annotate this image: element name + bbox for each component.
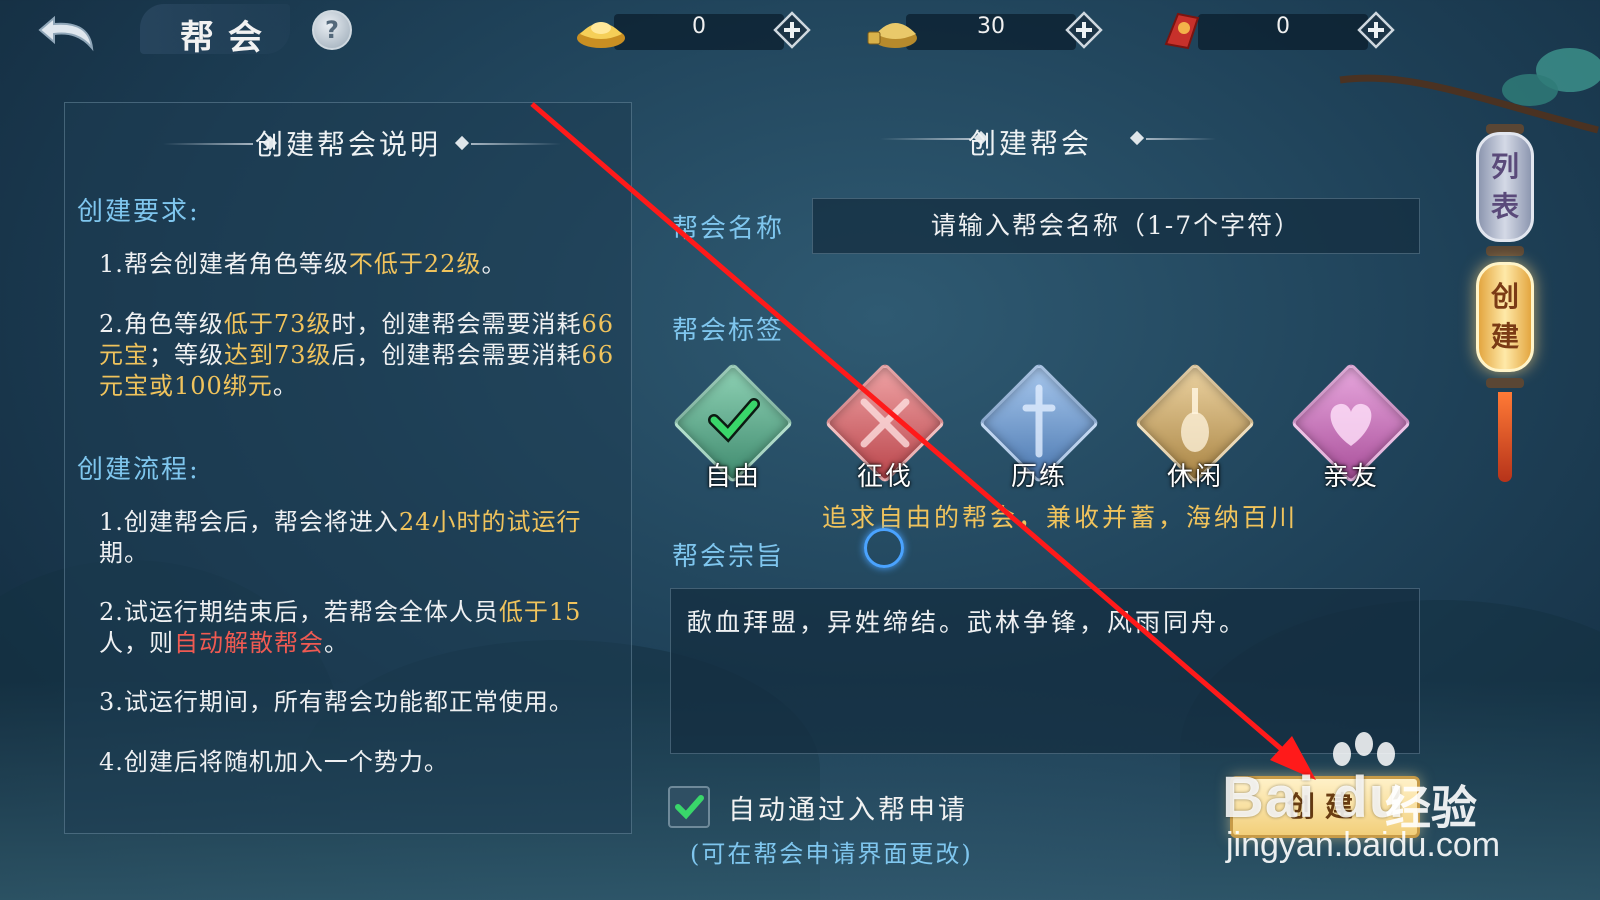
process-2: 2.试运行期结束后，若帮会全体人员低于15人，则自动解散帮会。 bbox=[99, 598, 582, 657]
process-1: 1.创建帮会后，帮会将进入24小时的试运行期。 bbox=[99, 508, 582, 567]
tag-training-label: 历练 bbox=[1010, 462, 1067, 492]
page-title: 帮会 bbox=[180, 18, 276, 58]
tab-list-label-1: 列 bbox=[1490, 150, 1519, 183]
tag-training[interactable]: 历练 bbox=[974, 358, 1104, 492]
tab-create[interactable]: 创 建 bbox=[1476, 262, 1534, 372]
requirement-1: 1.帮会创建者角色等级不低于22级。 bbox=[99, 250, 507, 278]
guild-purpose-input[interactable]: 歃血拜盟，异姓缔结。武林争锋，风雨同舟。 bbox=[670, 588, 1420, 754]
watermark-url: jingyan.baidu.com bbox=[1226, 826, 1501, 864]
lantern-tassel bbox=[1498, 392, 1512, 482]
tag-conquest-label: 征伐 bbox=[856, 462, 913, 492]
add-bound-button[interactable] bbox=[1064, 10, 1104, 50]
tag-free-label: 自由 bbox=[704, 462, 761, 492]
form-title: 创建帮会 bbox=[967, 127, 1092, 160]
touch-indicator bbox=[864, 528, 904, 568]
back-arrow-icon[interactable] bbox=[36, 6, 106, 52]
auto-accept-hint: (可在帮会申请界面更改) bbox=[690, 840, 973, 868]
form-header: 创建帮会 bbox=[860, 118, 1216, 162]
tag-friends[interactable]: 亲友 bbox=[1286, 358, 1416, 492]
currency-bound: 30 bbox=[866, 8, 1106, 50]
tab-create-label-2: 建 bbox=[1490, 320, 1519, 353]
tab-list-label-2: 表 bbox=[1490, 190, 1519, 223]
pine-branch-decoration bbox=[1339, 48, 1600, 134]
guild-name-label: 帮会名称 bbox=[672, 214, 785, 244]
auto-accept-checkbox[interactable] bbox=[668, 786, 710, 828]
requirements-title: 创建要求: bbox=[77, 197, 200, 227]
tag-leisure[interactable]: 休闲 bbox=[1130, 358, 1260, 492]
requirement-2: 2.角色等级低于73级时，创建帮会需要消耗66元宝；等级达到73级后，创建帮会需… bbox=[99, 310, 615, 400]
auto-accept-label: 自动通过入帮申请 bbox=[728, 795, 968, 826]
tab-create-label-1: 创 bbox=[1490, 280, 1519, 313]
checkmark-icon bbox=[675, 795, 704, 820]
panel-header: 创建帮会说明 bbox=[65, 123, 631, 167]
guild-purpose-label: 帮会宗旨 bbox=[672, 542, 785, 572]
watermark-brand: Bai du bbox=[1222, 765, 1406, 830]
gold-value: 0 bbox=[692, 14, 706, 39]
currency-gold: 0 bbox=[574, 8, 814, 50]
tag-description: 追求自由的帮会，兼收并蓄，海纳百川 bbox=[822, 503, 1299, 532]
process-title: 创建流程: bbox=[77, 455, 200, 485]
creation-rules-panel: 创建帮会说明 创建要求: 1.帮会创建者角色等级不低于22级。 2.角色等级低于… bbox=[64, 102, 632, 834]
guild-tags-label: 帮会标签 bbox=[672, 316, 785, 346]
add-gold-button[interactable] bbox=[772, 10, 812, 50]
tag-leisure-label: 休闲 bbox=[1166, 462, 1223, 492]
tab-list[interactable]: 列 表 bbox=[1476, 132, 1534, 242]
guild-name-input[interactable]: 请输入帮会名称（1-7个字符） bbox=[812, 198, 1420, 254]
bound-value: 30 bbox=[977, 14, 1005, 39]
tag-friends-label: 亲友 bbox=[1322, 462, 1379, 492]
tag-conquest[interactable]: 征伐 bbox=[820, 358, 950, 492]
tag-free[interactable]: 自由 bbox=[668, 358, 798, 492]
process-3: 3.试运行期间，所有帮会功能都正常使用。 bbox=[99, 688, 574, 716]
process-4: 4.创建后将随机加入一个势力。 bbox=[99, 748, 449, 776]
help-button[interactable]: ? bbox=[312, 10, 352, 50]
